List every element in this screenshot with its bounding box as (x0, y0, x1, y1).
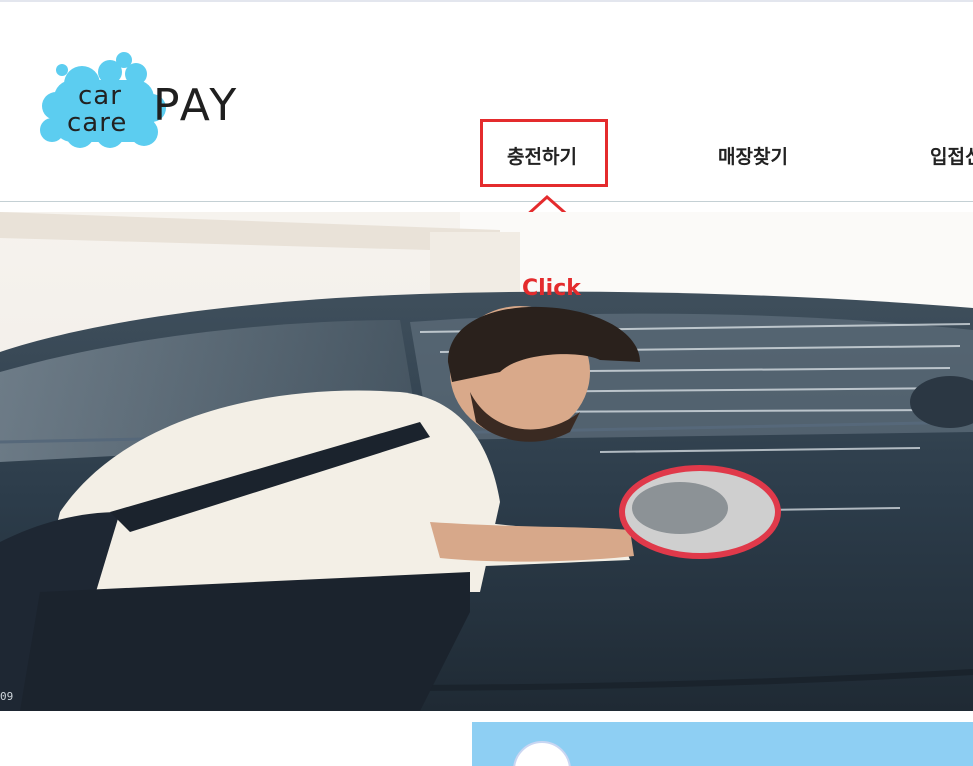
header-divider (0, 201, 973, 202)
image-corner-code: 09 (0, 690, 14, 703)
logo-word-care: care (67, 108, 128, 138)
nav-item-partner[interactable]: 입접신 (930, 142, 973, 169)
click-annotation-label: Click (522, 276, 581, 301)
promo-banner[interactable] (472, 722, 973, 766)
logo-word-car: car (78, 81, 122, 111)
hero-car-wash-image: 09 (0, 212, 973, 711)
carcare-pay-logo[interactable]: car care PAY (40, 50, 255, 150)
logo-word-pay: PAY (153, 80, 240, 131)
click-highlight-box (480, 119, 608, 187)
nav-item-find-store[interactable]: 매장찾기 (718, 142, 788, 169)
cloud-icon (513, 741, 571, 766)
